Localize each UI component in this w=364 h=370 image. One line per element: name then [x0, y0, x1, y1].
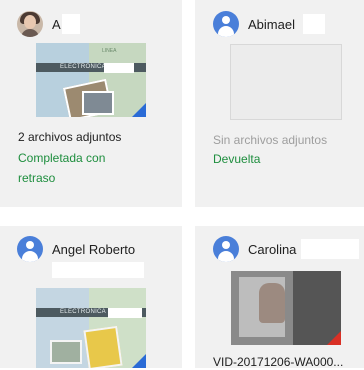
- default-avatar-icon: [213, 11, 239, 37]
- submission-status: Devuelta: [213, 152, 261, 166]
- student-avatar-photo: [17, 11, 43, 37]
- redacted-name-block: [301, 239, 359, 259]
- attachment-count: Sin archivos adjuntos: [213, 133, 328, 147]
- drive-file-icon: [132, 103, 146, 117]
- redacted-name-block: [62, 14, 80, 34]
- redacted-name-block: [303, 14, 325, 34]
- student-card-3[interactable]: Angel Roberto ELECTRONICA: [0, 226, 182, 368]
- student-card-1[interactable]: A LINEA ELECTRONICA 2 archivos adjuntos …: [0, 0, 182, 207]
- thumbnail-tag-text: LINEA: [102, 48, 117, 54]
- attachment-thumbnail[interactable]: ELECTRONICA: [36, 288, 146, 368]
- student-card-2[interactable]: Abimael Sin archivos adjuntos Devuelta: [195, 0, 364, 207]
- attachment-count: 2 archivos adjuntos: [18, 130, 122, 144]
- thumbnail-photo-2: [50, 340, 82, 364]
- thumbnail-multimeter-photo: [83, 325, 123, 368]
- video-file-icon: [327, 331, 341, 345]
- student-name: Abimael: [248, 17, 295, 32]
- student-name: Carolina: [248, 242, 297, 257]
- default-avatar-icon: [213, 236, 239, 262]
- default-avatar-icon: [17, 236, 43, 262]
- redacted-thumbnail-block: [108, 308, 142, 318]
- submission-status: Completada con retraso: [18, 151, 106, 185]
- drive-file-icon: [132, 354, 146, 368]
- thumbnail-photo-2: [82, 91, 114, 115]
- student-name: Angel Roberto: [52, 242, 136, 257]
- redacted-thumbnail-block: [104, 63, 134, 73]
- attachment-thumbnail[interactable]: LINEA ELECTRONICA: [36, 43, 146, 117]
- student-card-4[interactable]: Carolina VID-20171206-WA000...: [195, 226, 364, 369]
- empty-attachment-placeholder: [230, 44, 342, 120]
- redacted-name-block: [52, 262, 144, 278]
- video-thumbnail[interactable]: [231, 271, 341, 345]
- student-name: A: [52, 17, 61, 32]
